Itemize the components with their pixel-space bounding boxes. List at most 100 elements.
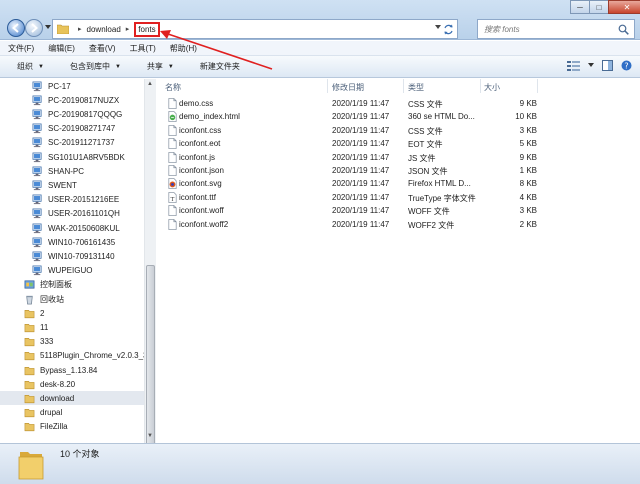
nav-item-label: 11	[40, 322, 49, 332]
file-row[interactable]: demo.css 2020/1/19 11:47 CSS 文件 9 KB	[165, 97, 545, 110]
include-in-library-button[interactable]: 包含到库中 ▼	[53, 61, 130, 72]
file-name: iconfont.json	[179, 166, 224, 175]
nav-item[interactable]: 2	[0, 306, 144, 320]
nav-item[interactable]: USER-20161101QH	[0, 207, 144, 221]
generic-file-icon	[168, 138, 177, 150]
nav-item[interactable]: download	[0, 391, 144, 406]
file-date: 2020/1/19 11:47	[332, 179, 390, 189]
help-icon[interactable]: ?	[621, 60, 632, 71]
preview-pane-icon[interactable]	[602, 60, 613, 71]
menu-help[interactable]: 帮助(H)	[162, 43, 203, 54]
breadcrumb-fonts[interactable]: fonts	[134, 21, 160, 37]
nav-item[interactable]: WIN10-706161435	[0, 235, 144, 249]
file-type: TrueType 字体文件	[408, 193, 476, 203]
minimize-button[interactable]: ─	[570, 0, 590, 14]
file-row[interactable]: Ticonfont.ttf 2020/1/19 11:47 TrueType 字体文…	[165, 191, 545, 204]
nav-item[interactable]: PC-20190817QQQG	[0, 107, 144, 121]
menu-bar: 文件(F) 编辑(E) 查看(V) 工具(T) 帮助(H)	[0, 41, 640, 56]
file-date: 2020/1/19 11:47	[332, 139, 390, 149]
nav-item-label: SG101U1A8RV5BDK	[48, 152, 125, 162]
organize-button[interactable]: 组织 ▼	[0, 61, 53, 72]
file-name: iconfont.eot	[179, 139, 221, 149]
maximize-button[interactable]: □	[589, 0, 609, 14]
file-row[interactable]: iconfont.eot 2020/1/19 11:47 EOT 文件 5 KB	[165, 137, 545, 150]
column-size[interactable]: 大小	[484, 82, 500, 93]
folder-icon	[24, 309, 35, 318]
nav-scrollbar[interactable]: ▲ ▼	[144, 79, 156, 451]
nav-item-label: desk-8.20	[40, 379, 76, 389]
back-button[interactable]	[7, 19, 25, 37]
arrow-right-icon	[31, 23, 39, 33]
nav-item[interactable]: drupal	[0, 406, 144, 420]
nav-item[interactable]: WIN10-709131140	[0, 249, 144, 263]
chevron-down-icon: ▼	[38, 63, 44, 70]
new-folder-button[interactable]: 新建文件夹	[183, 61, 249, 72]
search-input[interactable]: 搜索 fonts	[477, 19, 635, 39]
view-dropdown-icon[interactable]	[588, 63, 594, 68]
ttf-file-icon: T	[168, 191, 177, 203]
chevron-down-icon: ▼	[167, 63, 174, 70]
new-folder-label: 新建文件夹	[199, 62, 240, 71]
nav-item[interactable]: SC-201908271747	[0, 122, 144, 136]
nav-item[interactable]: desk-8.20	[0, 377, 144, 391]
nav-item[interactable]: Bypass_1.13.84	[0, 363, 144, 377]
menu-edit[interactable]: 编辑(E)	[40, 43, 81, 54]
nav-item[interactable]: 5118Plugin_Chrome_v2.0.3_3	[0, 349, 147, 363]
file-row[interactable]: demo_index.html 2020/1/19 11:47 360 se HTM…	[165, 110, 545, 123]
file-size: 8 KB	[519, 179, 537, 189]
breadcrumb-download[interactable]: download	[87, 25, 121, 34]
close-button[interactable]: ✕	[608, 0, 640, 14]
nav-item-label: drupal	[40, 408, 63, 418]
column-type[interactable]: 类型	[408, 82, 424, 93]
file-row[interactable]: iconfont.woff2 2020/1/19 11:47 WOFF2 文件 2 K…	[165, 218, 545, 231]
menu-tools[interactable]: 工具(T)	[122, 43, 162, 54]
nav-item[interactable]: SG101U1A8RV5BDK	[0, 150, 144, 164]
nav-item[interactable]: SC-201911271737	[0, 136, 144, 150]
scroll-up-icon[interactable]: ▲	[147, 81, 153, 87]
nav-item[interactable]: WAK-20150608KUL	[0, 221, 144, 235]
generic-file-icon	[168, 165, 177, 176]
file-name: demo_index.html	[179, 112, 240, 122]
refresh-icon[interactable]	[443, 24, 454, 35]
nav-item-label: SC-201911271737	[48, 138, 115, 148]
column-divider	[537, 79, 538, 93]
nav-item[interactable]: USER-20151216EE	[0, 193, 144, 207]
scroll-down-icon[interactable]: ▼	[147, 433, 153, 439]
file-type: EOT 文件	[408, 140, 443, 150]
recent-pages-dropdown-icon[interactable]	[45, 25, 51, 30]
view-options-icon[interactable]	[567, 60, 580, 71]
window-controls: ─ □ ✕	[570, 0, 640, 14]
js-file-icon	[168, 151, 177, 163]
menu-file[interactable]: 文件(F)	[0, 43, 40, 54]
file-row[interactable]: iconfont.js 2020/1/19 11:47 JS 文件 9 KB	[165, 151, 545, 164]
column-name[interactable]: 名称	[165, 82, 181, 93]
column-modified[interactable]: 修改日期	[332, 82, 364, 93]
scrollbar-thumb[interactable]	[146, 265, 155, 451]
nav-item[interactable]: FileZilla	[0, 420, 144, 434]
nav-item[interactable]: 11	[0, 320, 144, 334]
share-button[interactable]: 共享 ▼	[130, 61, 183, 72]
nav-item[interactable]: WUPEIGUO	[0, 264, 144, 278]
menu-view[interactable]: 查看(V)	[81, 43, 122, 54]
file-size: 10 KB	[515, 112, 537, 122]
file-size: 3 KB	[519, 125, 537, 135]
file-row[interactable]: iconfont.json 2020/1/19 11:47 JSON 文件 1 KB	[165, 164, 545, 177]
nav-item[interactable]: 333	[0, 335, 144, 349]
address-bar[interactable]: ▸ download ▸ fonts	[52, 19, 458, 39]
address-dropdown-icon[interactable]	[435, 25, 441, 30]
nav-item-label: PC-17	[48, 81, 71, 91]
search-icon[interactable]	[618, 24, 629, 35]
file-row[interactable]: iconfont.css 2020/1/19 11:47 CSS 文件 3 KB	[165, 124, 545, 137]
nav-item[interactable]: 回收站	[0, 292, 144, 306]
nav-item[interactable]: SHAN-PC	[0, 164, 144, 178]
file-row[interactable]: iconfont.woff 2020/1/19 11:47 WOFF 文件 3 KB	[165, 204, 545, 217]
nav-item[interactable]: 控制面板	[0, 278, 144, 292]
forward-button[interactable]	[25, 19, 43, 37]
file-date: 2020/1/19 11:47	[332, 206, 390, 216]
nav-item[interactable]: PC-17	[0, 79, 144, 93]
nav-item[interactable]: SWENT	[0, 178, 144, 192]
file-row[interactable]: iconfont.svg 2020/1/19 11:47 Firefox HTML …	[165, 177, 545, 190]
folder-icon	[24, 352, 35, 361]
file-date: 2020/1/19 11:47	[332, 152, 390, 162]
nav-item[interactable]: PC-20190817NUZX	[0, 93, 144, 107]
